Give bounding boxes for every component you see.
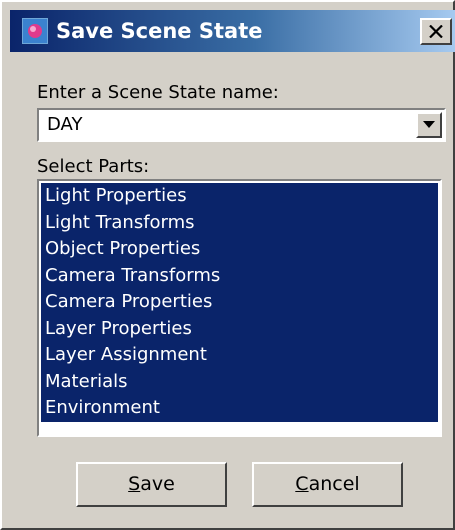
list-item[interactable]: Camera Properties [41, 289, 438, 316]
list-item[interactable]: Light Transforms [41, 209, 438, 236]
cancel-mnemonic: C [295, 473, 309, 495]
list-item[interactable]: Layer Assignment [41, 342, 438, 369]
close-button[interactable] [420, 18, 452, 45]
scene-state-name-value[interactable]: DAY [47, 113, 82, 137]
save-scene-state-dialog: Save Scene State Enter a Scene State nam… [0, 0, 455, 530]
cancel-button[interactable]: Cancel [252, 462, 403, 507]
scene-state-name-combobox[interactable]: DAY [37, 108, 446, 142]
parts-list: Light Properties Light Transforms Object… [41, 183, 438, 422]
list-item[interactable]: Camera Transforms [41, 262, 438, 289]
save-button[interactable]: Save [76, 462, 227, 507]
list-item[interactable]: Light Properties [41, 183, 438, 210]
dropdown-button[interactable] [416, 112, 442, 138]
list-item[interactable]: Layer Properties [41, 315, 438, 342]
title-bar[interactable]: Save Scene State [10, 10, 455, 52]
cancel-label: ancel [308, 473, 360, 495]
save-label: ave [140, 473, 175, 495]
select-parts-label: Select Parts: [37, 156, 150, 177]
close-icon [429, 25, 443, 38]
list-item[interactable]: Materials [41, 368, 438, 395]
dialog-title: Save Scene State [56, 19, 263, 43]
list-item[interactable]: Object Properties [41, 236, 438, 263]
list-item[interactable]: Environment [41, 395, 438, 422]
select-parts-listbox[interactable]: Light Properties Light Transforms Object… [37, 179, 442, 437]
save-mnemonic: S [128, 473, 141, 495]
scene-state-icon [22, 18, 48, 44]
chevron-down-icon [423, 121, 435, 128]
scene-state-name-label: Enter a Scene State name: [37, 82, 279, 103]
